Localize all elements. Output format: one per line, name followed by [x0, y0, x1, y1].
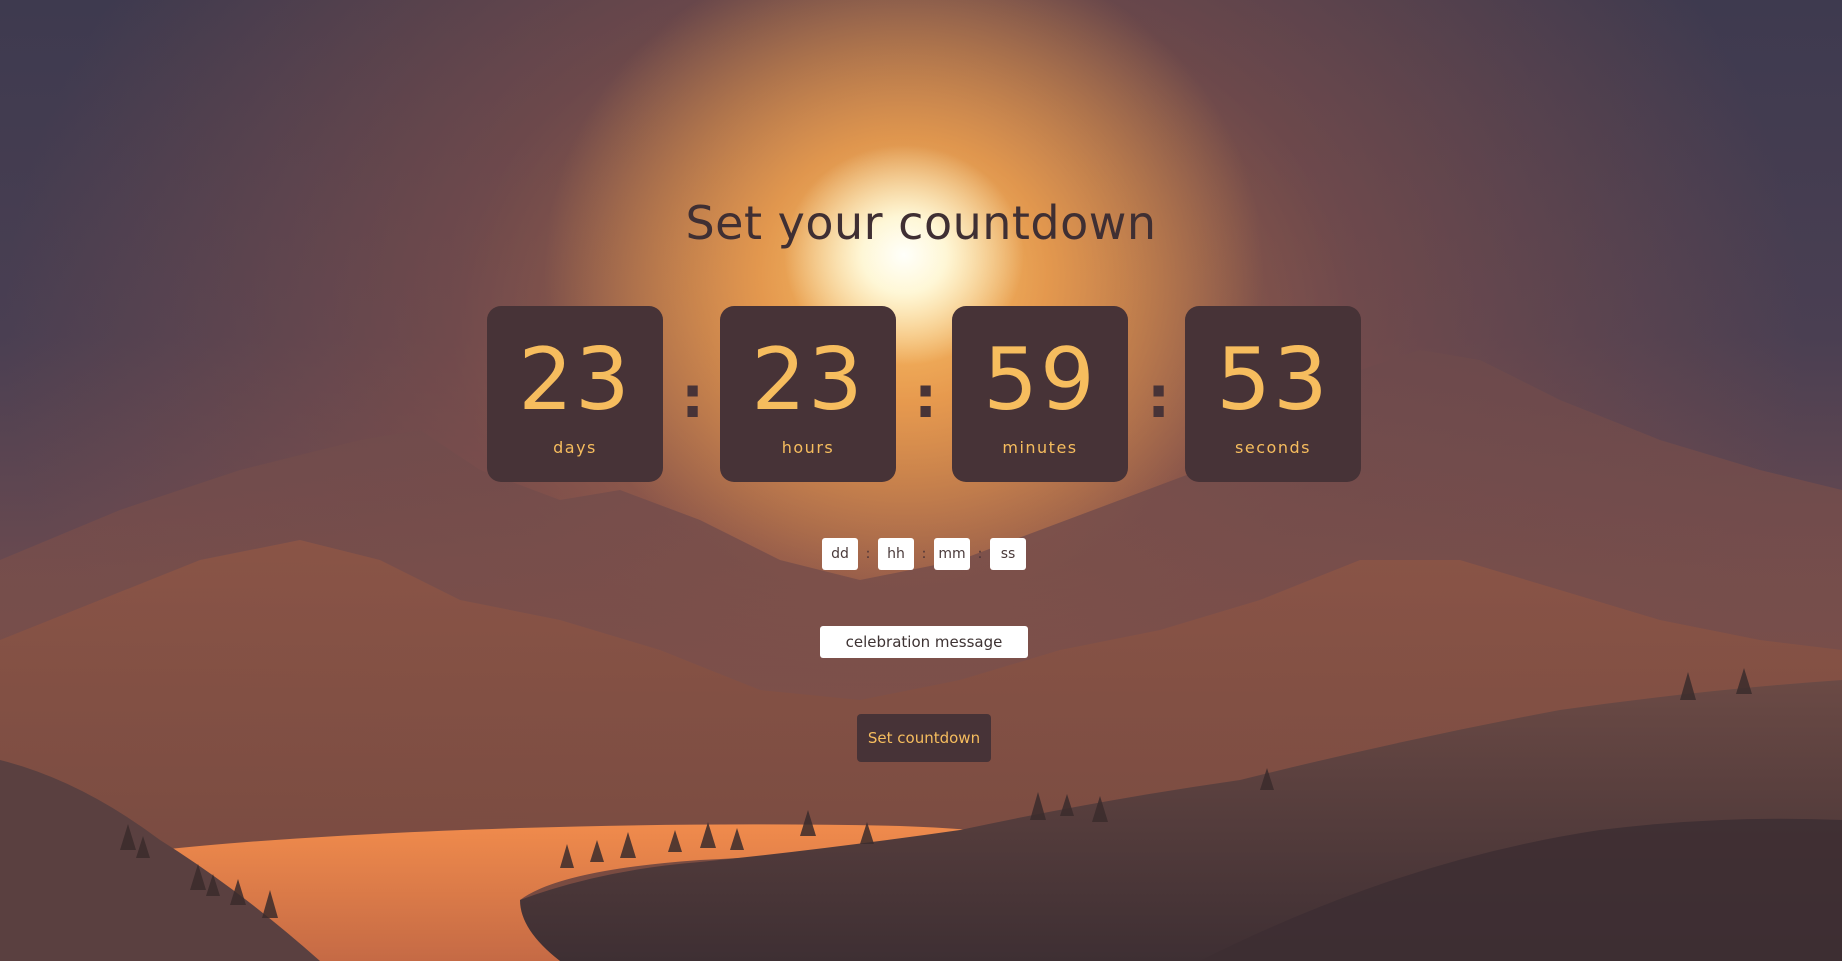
minutes-value: 59 — [983, 330, 1097, 430]
hours-value: 23 — [751, 330, 865, 430]
days-label: days — [553, 438, 597, 457]
tile-separator: : — [681, 363, 705, 431]
seconds-tile: 53 seconds — [1185, 306, 1361, 482]
minutes-label: minutes — [1002, 438, 1078, 457]
input-separator: : — [865, 546, 871, 562]
days-input[interactable] — [822, 538, 858, 570]
seconds-label: seconds — [1235, 438, 1311, 457]
tile-separator: : — [1147, 363, 1171, 431]
background-landscape — [0, 350, 1842, 961]
days-value: 23 — [518, 330, 632, 430]
set-countdown-button[interactable]: Set countdown — [857, 714, 991, 762]
minutes-input[interactable] — [934, 538, 970, 570]
minutes-tile: 59 minutes — [952, 306, 1128, 482]
seconds-value: 53 — [1216, 330, 1330, 430]
input-separator: : — [921, 546, 927, 562]
tile-separator: : — [914, 363, 938, 431]
hours-input[interactable] — [878, 538, 914, 570]
seconds-input[interactable] — [990, 538, 1026, 570]
days-tile: 23 days — [487, 306, 663, 482]
input-separator: : — [977, 546, 983, 562]
hours-tile: 23 hours — [720, 306, 896, 482]
hours-label: hours — [781, 438, 835, 457]
page-title: Set your countdown — [685, 196, 1157, 250]
celebration-message-input[interactable] — [820, 626, 1028, 658]
